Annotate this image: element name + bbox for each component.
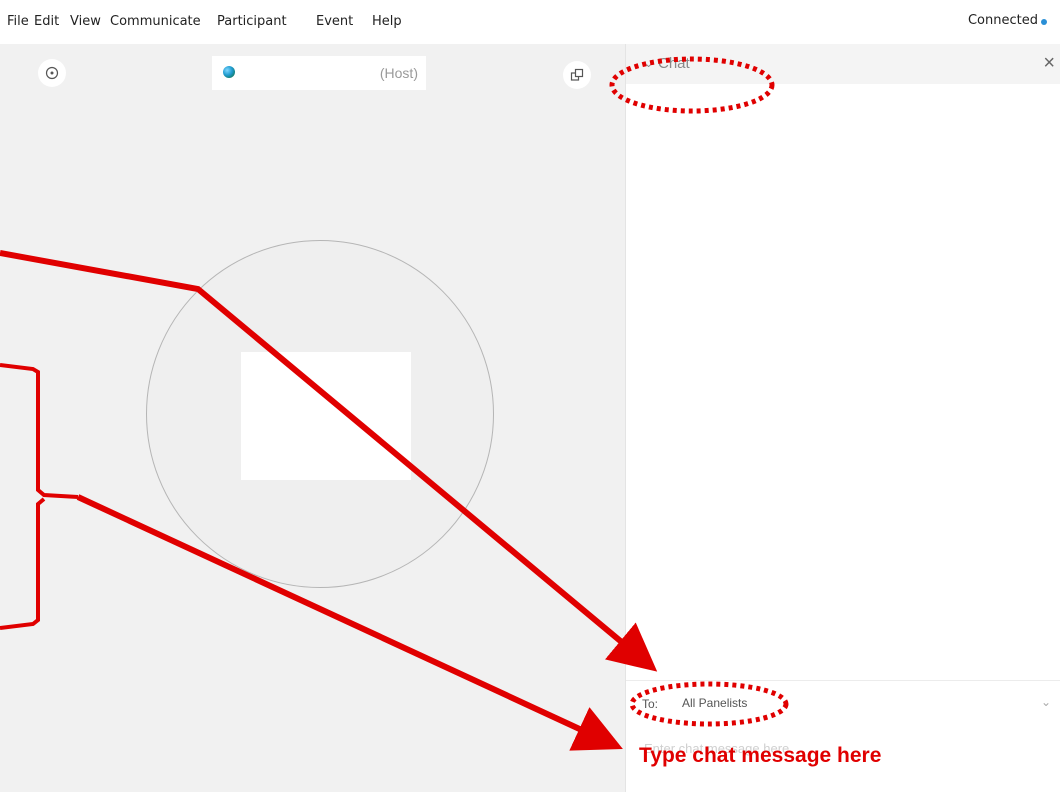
host-name-bar: (Host) <box>212 56 426 90</box>
host-avatar-icon <box>223 66 235 78</box>
video-thumbnail <box>241 352 411 480</box>
close-icon[interactable]: × <box>1043 52 1055 75</box>
connection-status-dot <box>1041 19 1047 25</box>
recipient-select[interactable]: All Panelists <box>682 696 747 710</box>
chat-title[interactable]: Chat <box>658 55 690 72</box>
menu-file[interactable]: File <box>7 14 29 29</box>
chat-panel: ⌄ Chat × To: All Panelists ⌄ <box>625 44 1060 793</box>
menu-event[interactable]: Event <box>316 14 353 29</box>
connection-status: Connected <box>967 13 1038 28</box>
host-label: (Host) <box>379 65 418 81</box>
menu-edit[interactable]: Edit <box>34 14 59 29</box>
recipient-chevron-icon[interactable]: ⌄ <box>1041 695 1051 709</box>
annotation-callout: Type chat message here <box>639 744 882 767</box>
menu-communicate[interactable]: Communicate <box>110 14 201 29</box>
to-label: To: <box>642 697 659 711</box>
popout-icon[interactable] <box>563 61 591 89</box>
menu-view[interactable]: View <box>70 14 101 29</box>
chevron-down-icon[interactable]: ⌄ <box>644 57 653 70</box>
chat-compose-area: To: All Panelists ⌄ <box>626 680 1060 793</box>
menu-bar: File Edit View Communicate Participant E… <box>0 0 1060 44</box>
video-stage: (Host) <box>0 44 625 792</box>
menu-help[interactable]: Help <box>372 14 402 29</box>
info-icon[interactable] <box>38 59 66 87</box>
chat-header: ⌄ Chat × <box>626 44 1060 84</box>
menu-participant[interactable]: Participant <box>217 14 287 29</box>
